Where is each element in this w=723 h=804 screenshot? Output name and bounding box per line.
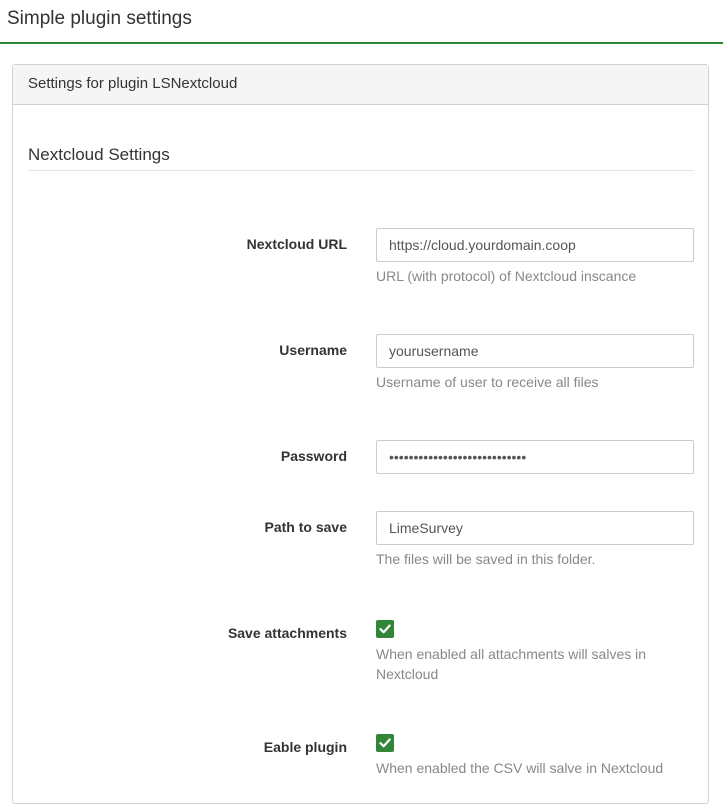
path-to-save-input[interactable] — [376, 511, 694, 545]
path-to-save-label: Path to save — [264, 519, 347, 535]
settings-panel: Settings for plugin LSNextcloud Nextclou… — [12, 64, 709, 804]
nextcloud-url-input[interactable] — [376, 228, 694, 262]
checkmark-icon — [379, 738, 391, 748]
save-attachments-label: Save attachments — [227, 625, 347, 641]
page-header: Simple plugin settings — [0, 0, 723, 44]
panel-title: Settings for plugin LSNextcloud — [28, 75, 238, 92]
enable-plugin-label: Eable plugin — [263, 739, 347, 755]
nextcloud-url-help: URL (with protocol) of Nextcloud inscanc… — [376, 268, 637, 284]
enable-plugin-help: When enabled the CSV will salve in Nextc… — [376, 760, 664, 776]
nextcloud-url-label: Nextcloud URL — [246, 236, 347, 252]
password-input[interactable] — [376, 440, 694, 474]
username-input[interactable] — [376, 334, 694, 368]
panel-heading: Settings for plugin LSNextcloud — [13, 65, 708, 105]
password-label: Password — [280, 448, 347, 464]
section-title: Nextcloud Settings — [28, 145, 170, 164]
checkmark-icon — [379, 624, 391, 634]
path-to-save-help: The files will be saved in this folder. — [376, 551, 596, 567]
section-divider — [28, 170, 694, 171]
username-label: Username — [279, 342, 347, 358]
save-attachments-checkbox[interactable] — [376, 620, 394, 638]
enable-plugin-checkbox[interactable] — [376, 734, 394, 752]
username-help: Username of user to receive all files — [376, 374, 599, 390]
save-attachments-help: When enabled all attachments will salves… — [376, 646, 647, 682]
page-title: Simple plugin settings — [7, 8, 192, 29]
